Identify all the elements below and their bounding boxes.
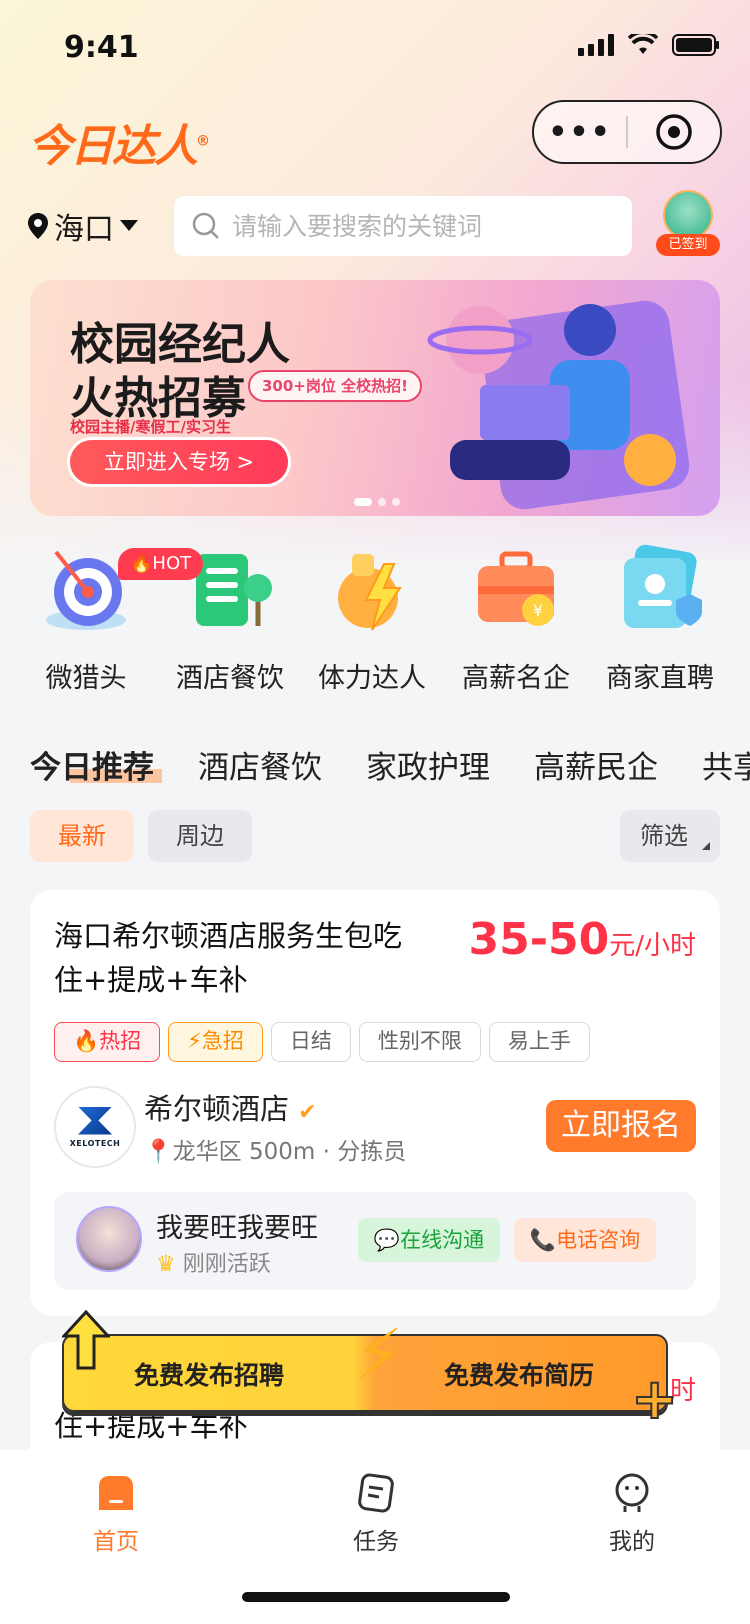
tag: 日结 <box>270 1022 351 1062</box>
home-icon <box>99 1476 133 1510</box>
nav-profile[interactable]: 我的 <box>572 1472 692 1556</box>
company-location: 📍龙华区 500m · 分拣员 <box>144 1139 407 1165</box>
home-indicator[interactable] <box>242 1592 510 1602</box>
company-logo: XELOTECH <box>54 1086 136 1168</box>
nav-task[interactable]: 任务 <box>316 1472 436 1556</box>
verified-badge-icon: ✔ <box>298 1100 317 1125</box>
recruiter-panel: 我要旺我要旺 ♛ 刚刚活跃 💬在线沟通 📞电话咨询 <box>54 1192 696 1290</box>
banner-illustration <box>427 300 690 510</box>
publish-job-button[interactable]: 免费发布招聘 <box>134 1356 284 1392</box>
recruiter-name: 我要旺我要旺 <box>156 1213 318 1244</box>
category-direct-hire[interactable]: 商家直聘 <box>590 540 730 695</box>
recruiter-avatar[interactable] <box>76 1206 142 1272</box>
category-label: 体力达人 <box>318 663 426 694</box>
company-logo-mark <box>78 1106 112 1135</box>
briefcase-icon: ¥ <box>478 551 554 626</box>
search-icon <box>192 212 219 239</box>
job-tags: 🔥热招 ⚡急招 日结 性别不限 易上手 <box>54 1022 590 1062</box>
phone-icon: 📞 <box>529 1228 557 1252</box>
battery-icon <box>672 34 719 56</box>
app-logo: 今日达人® <box>28 121 210 172</box>
publish-bar: 免费发布招聘 ⚡ 免费发布简历 + <box>62 1310 679 1429</box>
arrow-up-icon <box>62 1310 110 1370</box>
nav-label: 我的 <box>609 1529 655 1555</box>
profile-icon <box>615 1473 649 1512</box>
tab-today[interactable]: 今日推荐 <box>30 742 162 787</box>
filter-nearby[interactable]: 周边 <box>148 810 252 862</box>
call-button[interactable]: 📞电话咨询 <box>514 1218 656 1262</box>
filter-newest[interactable]: 最新 <box>30 810 134 862</box>
chat-bubble-icon: 💬 <box>373 1228 401 1252</box>
publish-resume-button[interactable]: 免费发布简历 <box>444 1356 594 1392</box>
wifi-icon <box>628 34 658 54</box>
location-pin-icon <box>28 213 48 239</box>
tag-urgent: ⚡急招 <box>168 1022 263 1062</box>
dragon-mascot-icon <box>663 190 713 240</box>
promo-banner[interactable]: 校园经纪人 火热招募 300+岗位 全校热招! 校园主播/寒假工/实习生 立即进… <box>30 280 720 516</box>
status-bar: 9:41 <box>0 0 750 96</box>
more-button[interactable]: ••• <box>534 115 626 150</box>
category-label: 酒店餐饮 <box>176 663 284 694</box>
company-name: 希尔顿酒店 ✔ <box>144 1092 317 1126</box>
banner-dot <box>392 498 400 506</box>
nav-home[interactable]: 首页 <box>56 1472 176 1556</box>
hot-badge: 🔥HOT <box>118 548 204 580</box>
search-bar[interactable] <box>174 196 632 256</box>
banner-cta-button[interactable]: 立即进入专场 > <box>70 440 288 484</box>
category-grid: 微猎头 酒店餐饮 体力达人 ¥ 高薪名企 商家直聘 <box>0 540 750 700</box>
search-input[interactable] <box>232 211 612 241</box>
filter-button[interactable]: 筛选 <box>620 810 720 862</box>
tab-shared[interactable]: 共享 <box>702 742 750 787</box>
chevron-down-icon <box>120 220 138 231</box>
recruiter-status: ♛ 刚刚活跃 <box>156 1252 271 1277</box>
id-card-icon <box>624 544 702 628</box>
nav-label: 任务 <box>353 1529 399 1555</box>
svg-text:¥: ¥ <box>533 601 543 620</box>
chat-button[interactable]: 💬在线沟通 <box>358 1218 500 1262</box>
category-label: 微猎头 <box>45 663 127 694</box>
job-title: 海口希尔顿酒店服务生包吃住+提成+车补 <box>54 919 403 997</box>
close-miniapp-button[interactable] <box>628 113 720 151</box>
job-card[interactable]: 海口希尔顿酒店服务生包吃住+提成+车补 35-50元/小时 🔥热招 ⚡急招 日结… <box>30 890 720 1316</box>
banner-dot <box>378 498 386 506</box>
checkin-button[interactable]: 已签到 <box>656 190 720 256</box>
status-time: 9:41 <box>64 30 139 65</box>
banner-pill: 300+岗位 全校热招! <box>248 370 422 402</box>
lightning-fist-icon <box>338 554 402 631</box>
company-logo-text: XELOTECH <box>69 1138 121 1148</box>
tab-hotel[interactable]: 酒店餐饮 <box>198 742 322 787</box>
tab-housekeeping[interactable]: 家政护理 <box>366 742 490 787</box>
task-icon <box>358 1473 394 1513</box>
location-city: 海口 <box>54 212 114 247</box>
apply-button[interactable]: 立即报名 <box>546 1100 696 1152</box>
location-selector[interactable]: 海口 <box>28 204 138 248</box>
category-label: 商家直聘 <box>606 663 714 694</box>
category-labor[interactable]: 体力达人 <box>302 540 442 695</box>
location-pin-icon: 📍 <box>144 1139 173 1165</box>
miniapp-capsule: ••• <box>532 100 722 164</box>
job-salary: 35-50元/小时 <box>468 914 697 965</box>
banner-subtitle: 校园主播/寒假工/实习生 <box>70 418 231 436</box>
tag-hot: 🔥热招 <box>54 1022 161 1062</box>
tag: 易上手 <box>488 1022 590 1062</box>
status-icons <box>578 34 720 56</box>
checkin-badge: 已签到 <box>656 234 720 256</box>
nav-label: 首页 <box>93 1529 139 1555</box>
banner-dot-active <box>354 498 372 506</box>
category-label: 高薪名企 <box>462 663 570 694</box>
lightning-icon: ⚡ <box>354 1314 404 1396</box>
plus-icon: + <box>630 1367 679 1432</box>
tab-private-company[interactable]: 高薪民企 <box>534 742 658 787</box>
target-circle-icon <box>656 114 692 150</box>
tag: 性别不限 <box>358 1022 481 1062</box>
banner-pagination <box>354 498 400 506</box>
crown-icon: ♛ <box>156 1252 176 1277</box>
category-tabs: 今日推荐 酒店餐饮 家政护理 高薪民企 共享 <box>0 730 750 790</box>
category-top-company[interactable]: ¥ 高薪名企 <box>446 540 586 695</box>
signal-icon <box>578 34 614 56</box>
